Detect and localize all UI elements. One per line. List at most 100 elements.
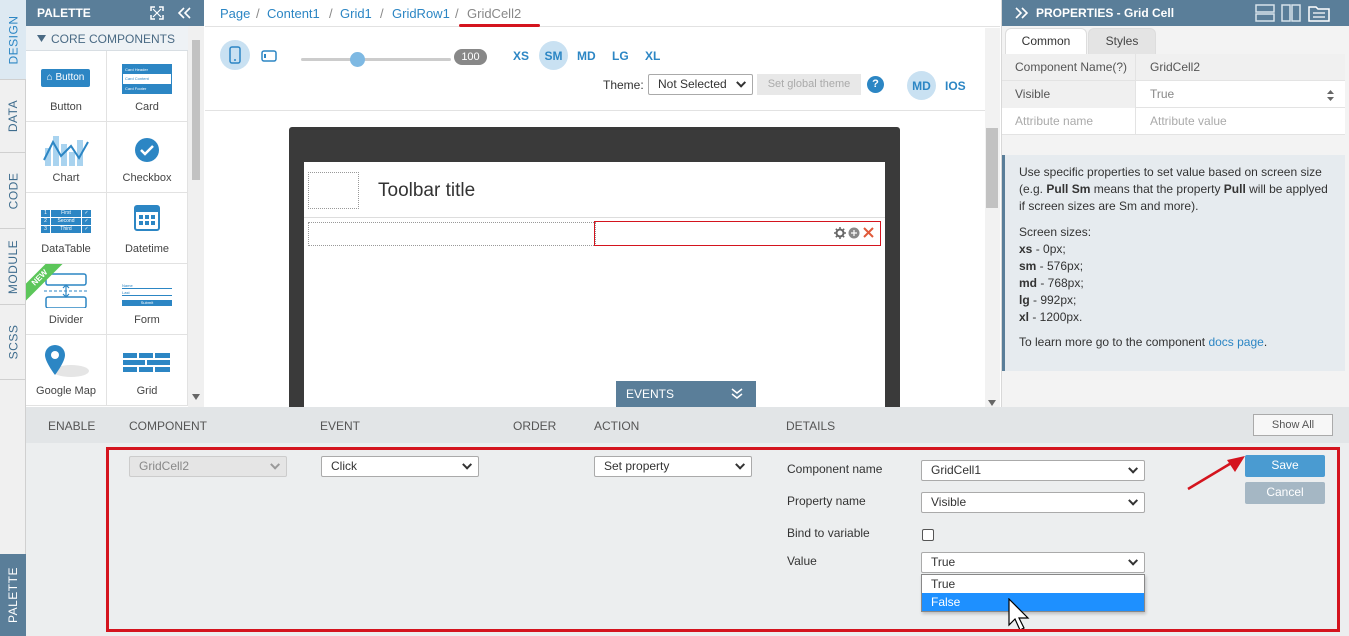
screen-size-key: xl — [1019, 310, 1030, 324]
prop-row-visible[interactable]: Visible True — [1002, 81, 1345, 108]
datatable-icon-cell: Third — [51, 226, 81, 233]
palette-item-button[interactable]: ⌂ Button Button — [26, 51, 107, 122]
screen-size-value: - 992px; — [1029, 293, 1077, 307]
move-icon[interactable] — [848, 227, 860, 239]
chart-icon — [43, 136, 89, 166]
screen-size-value: - 576px; — [1036, 259, 1084, 273]
folder-icon[interactable] — [1308, 4, 1330, 22]
screen-size-value: - 768px; — [1037, 276, 1084, 290]
breadcrumb-content1[interactable]: Content1 — [267, 6, 320, 21]
docs-text-end: . — [1263, 335, 1268, 349]
palette-item-card[interactable]: Card Header Card Content Card Footer Car… — [107, 51, 188, 122]
gear-icon[interactable] — [834, 227, 846, 239]
scroll-down-icon[interactable] — [192, 394, 200, 400]
tab-code-label: CODE — [6, 172, 21, 209]
prop-row-attribute[interactable]: Attribute name Attribute value — [1002, 108, 1345, 135]
palette-item-divider[interactable]: NEW Divider — [26, 264, 107, 335]
canvas-scroll-thumb[interactable] — [986, 128, 998, 208]
attribute-value-input[interactable]: Attribute value — [1150, 108, 1227, 135]
palette-item-google-map[interactable]: Google Map — [26, 335, 107, 406]
size-xs[interactable]: XS — [513, 49, 529, 63]
breadcrumb-separator: / — [256, 6, 260, 21]
palette-item-checkbox[interactable]: Checkbox — [107, 122, 188, 193]
prop-row-component-name: Component Name(?) GridCell2 — [1002, 54, 1345, 81]
spinner-arrows-icon[interactable] — [1327, 90, 1334, 101]
col-order: ORDER — [513, 419, 557, 433]
tab-styles[interactable]: Styles — [1088, 28, 1156, 55]
platform-md-button[interactable]: MD — [907, 71, 936, 100]
card-icon-header: Card Header — [123, 65, 171, 74]
toolbar-component[interactable]: Toolbar title — [304, 162, 885, 218]
form-icon-field: Name — [122, 283, 172, 289]
triangle-down-icon — [37, 35, 46, 42]
set-global-theme-button[interactable]: Set global theme — [757, 74, 861, 95]
properties-scrollbar[interactable] — [1345, 26, 1349, 407]
theme-select-value: Not Selected — [658, 77, 727, 91]
screen-size-value: - 1200px. — [1029, 310, 1083, 324]
theme-label: Theme: — [603, 78, 644, 92]
collapse-left-icon[interactable] — [176, 6, 192, 20]
scroll-down-icon[interactable] — [988, 400, 996, 406]
tab-code[interactable]: CODE — [0, 153, 26, 229]
help-icon[interactable]: ? — [867, 76, 884, 93]
properties-table: Component Name(?) GridCell2 Visible True… — [1002, 54, 1345, 135]
expand-right-icon[interactable] — [1014, 7, 1030, 19]
palette-item-datetime[interactable]: Datetime — [107, 193, 188, 264]
palette-item-form[interactable]: Name Last Submit Form — [107, 264, 188, 335]
platform-ios-button[interactable]: IOS — [945, 79, 966, 93]
tab-palette-label: PALETTE — [6, 567, 20, 623]
layout-columns-icon[interactable] — [1281, 4, 1301, 22]
palette-scroll-thumb[interactable] — [192, 40, 200, 180]
palette-item-chart[interactable]: Chart — [26, 122, 107, 193]
tab-design[interactable]: DESIGN — [0, 0, 26, 80]
palette-item-label: Card — [135, 101, 159, 113]
docs-page-link[interactable]: docs page — [1208, 335, 1263, 349]
breadcrumb: Page / Content1 / Grid1 / GridRow1 / Gri… — [205, 0, 1000, 27]
layout-rows-icon[interactable] — [1255, 4, 1275, 22]
screen-size-lg: lg - 992px; — [1019, 292, 1335, 309]
col-component: COMPONENT — [129, 419, 207, 433]
attribute-name-input[interactable]: Attribute name — [1002, 108, 1136, 135]
datatable-icon-cell: Second — [51, 218, 81, 225]
palette-item-grid[interactable]: Grid — [107, 335, 188, 406]
breadcrumb-grid1[interactable]: Grid1 — [340, 6, 372, 21]
palette-item-label: Chart — [52, 172, 80, 184]
tab-module-label: MODULE — [6, 239, 20, 294]
size-md[interactable]: MD — [577, 49, 596, 63]
info-text-part: means that the property — [1090, 182, 1224, 196]
tab-scss[interactable]: SCSS — [0, 305, 26, 380]
palette-item-datatable[interactable]: 1 First ✓ 2 Second ✓ 3 Third ✓ DataTable — [26, 193, 107, 264]
palette-scrollbar[interactable] — [188, 26, 204, 407]
col-details: DETAILS — [786, 419, 836, 433]
chevron-double-down-icon — [731, 388, 743, 399]
tab-module[interactable]: MODULE — [0, 229, 26, 305]
tab-data[interactable]: DATA — [0, 80, 26, 153]
expand-icon[interactable] — [150, 6, 164, 20]
breadcrumb-gridrow1[interactable]: GridRow1 — [392, 6, 450, 21]
events-tab[interactable]: EVENTS — [616, 381, 756, 407]
phone-device-button[interactable] — [220, 40, 250, 70]
palette-section-header[interactable]: CORE COMPONENTS — [26, 26, 188, 51]
close-icon[interactable] — [863, 227, 874, 238]
size-sm-active[interactable]: SM — [539, 41, 568, 70]
breadcrumb-page[interactable]: Page — [220, 6, 250, 21]
zoom-slider-handle[interactable] — [350, 52, 365, 67]
size-lg[interactable]: LG — [612, 49, 629, 63]
tablet-landscape-icon[interactable] — [261, 50, 277, 62]
tab-common[interactable]: Common — [1005, 28, 1087, 55]
tab-palette[interactable]: PALETTE — [0, 554, 26, 636]
card-icon-content: Card Content — [125, 76, 149, 81]
tab-scss-label: SCSS — [6, 324, 20, 360]
prop-value[interactable]: True — [1150, 81, 1174, 108]
grid-cell-2-selected[interactable] — [594, 221, 881, 246]
show-all-button[interactable]: Show All — [1253, 414, 1333, 436]
canvas-scrollbar[interactable] — [985, 28, 1000, 407]
theme-select[interactable]: Not Selected — [648, 74, 753, 95]
zoom-slider-track[interactable] — [301, 58, 451, 61]
grid-icon — [123, 353, 170, 372]
toolbar-buttons-slot[interactable] — [308, 172, 359, 209]
properties-header: PROPERTIES - Grid Cell — [1002, 0, 1349, 26]
screen-size-sm: sm - 576px; — [1019, 258, 1335, 275]
grid-cell-1[interactable] — [308, 222, 596, 246]
size-xl[interactable]: XL — [645, 49, 660, 63]
